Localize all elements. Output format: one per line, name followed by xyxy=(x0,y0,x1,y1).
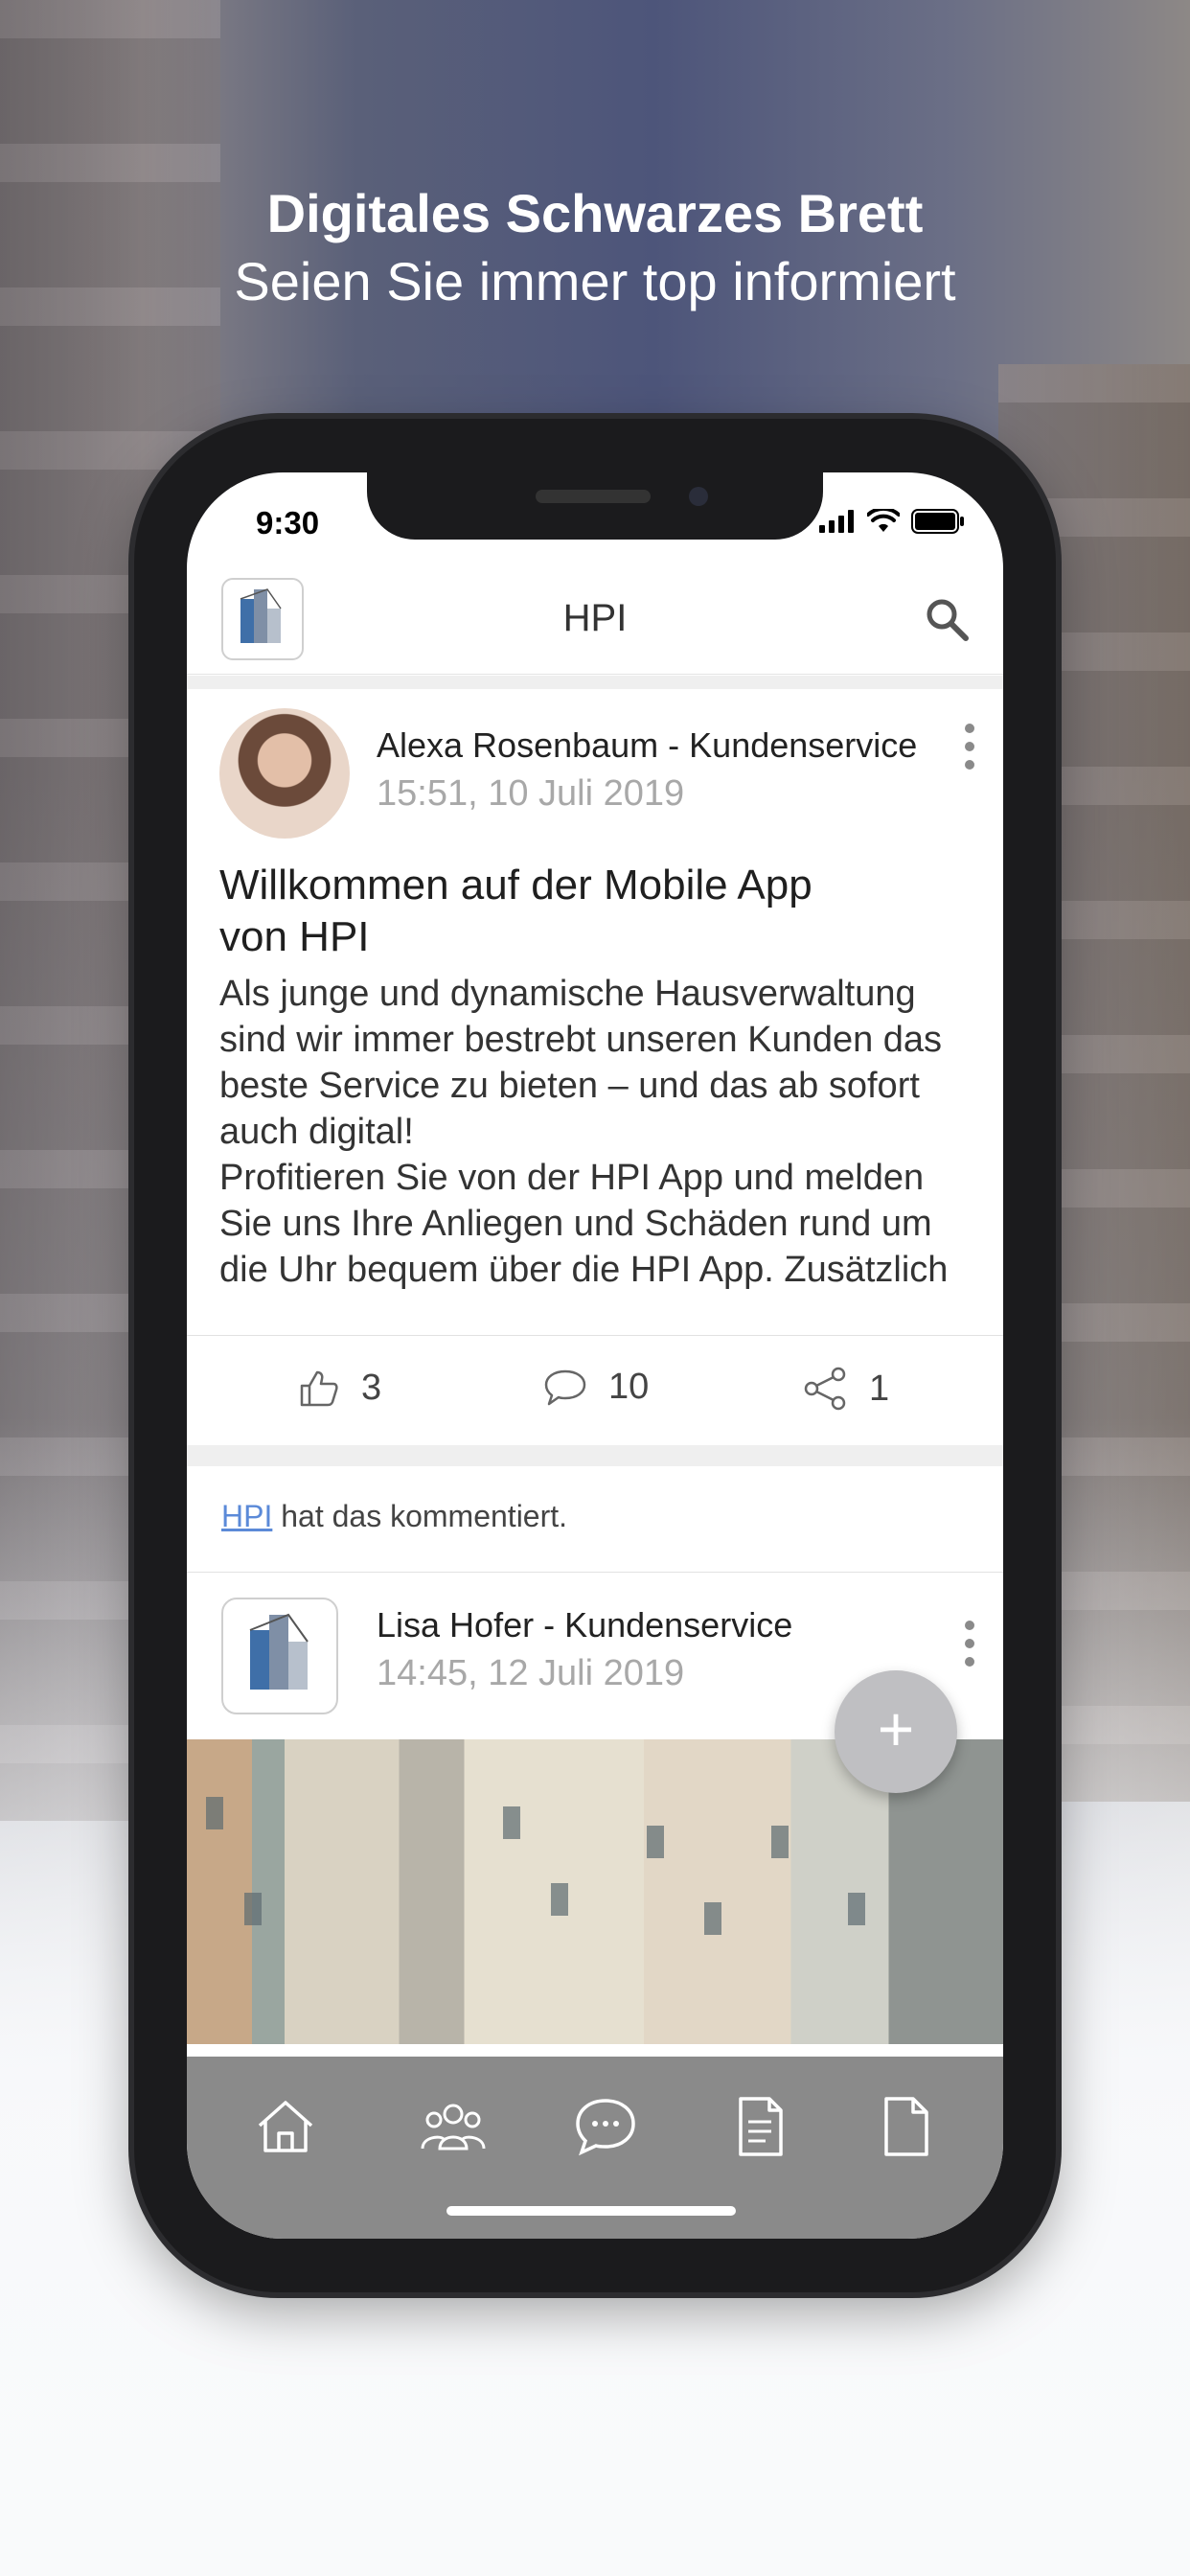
search-icon[interactable] xyxy=(923,595,971,648)
post-body[interactable]: Als junge und dynamische Hausverwaltung … xyxy=(219,971,971,1293)
bottom-tab-bar xyxy=(187,2057,1003,2239)
activity-text: HPI hat das kommentiert. xyxy=(221,1499,567,1534)
notice-text: hat das kommentiert. xyxy=(272,1499,568,1533)
plus-icon: + xyxy=(877,1693,915,1764)
news-feed: Alexa Rosenbaum - Kundenservice 15:51, 1… xyxy=(187,676,1003,2044)
post-date: 15:51, 10 Juli 2019 xyxy=(377,773,685,814)
status-icons xyxy=(819,509,965,534)
post-date: 14:45, 12 Juli 2019 xyxy=(377,1653,685,1693)
speaker xyxy=(536,490,651,503)
document-list-icon[interactable] xyxy=(727,2093,794,2160)
post-body-line: auch digital! xyxy=(219,1112,414,1152)
comment-button[interactable]: 10 xyxy=(543,1367,649,1408)
hpi-logo-icon[interactable] xyxy=(221,1598,338,1714)
phone-screen: 9:30 HPI Alexa Rosenbaum - Kundenservice… xyxy=(187,472,1003,2239)
like-count: 3 xyxy=(361,1367,382,1408)
comment-icon xyxy=(544,1369,586,1405)
more-options-icon[interactable] xyxy=(965,724,974,778)
more-options-icon[interactable] xyxy=(965,1621,974,1675)
hero-title: Digitales Schwarzes Brett xyxy=(266,183,924,243)
app-title: HPI xyxy=(562,597,628,639)
post-body-line: Profitieren Sie von der HPI App und meld… xyxy=(219,1158,925,1198)
divider xyxy=(187,1445,1003,1466)
image-detail xyxy=(551,1883,568,1916)
avatar[interactable] xyxy=(219,708,350,839)
share-count: 1 xyxy=(869,1368,890,1409)
post-body-line: die Uhr bequem über die HPI App. Zusätzl… xyxy=(219,1250,949,1290)
image-detail xyxy=(848,1893,865,1925)
hero-heading: Digitales Schwarzes Brett Seien Sie imme… xyxy=(0,180,1190,316)
add-post-button[interactable]: + xyxy=(835,1670,957,1793)
file-icon[interactable] xyxy=(873,2093,940,2160)
post-actions: 3 10 1 xyxy=(187,1335,1003,1445)
home-icon[interactable] xyxy=(252,2093,319,2160)
image-detail xyxy=(647,1826,664,1858)
community-icon[interactable] xyxy=(417,2093,486,2160)
post-card: Alexa Rosenbaum - Kundenservice 15:51, 1… xyxy=(187,689,1003,1445)
wifi-icon xyxy=(867,509,900,532)
divider xyxy=(187,676,1003,689)
share-icon xyxy=(804,1367,846,1411)
signal-icon xyxy=(819,510,854,533)
image-detail xyxy=(206,1797,223,1829)
post-body-line: beste Service zu bieten – und das ab sof… xyxy=(219,1066,920,1106)
app-bar: HPI xyxy=(187,568,1003,675)
phone-frame: 9:30 HPI Alexa Rosenbaum - Kundenservice… xyxy=(134,419,1056,2292)
post-author[interactable]: Lisa Hofer - Kundenservice xyxy=(377,1605,792,1645)
phone-notch xyxy=(367,472,823,540)
post-body-line: sind wir immer bestrebt unseren Kunden d… xyxy=(219,1020,943,1060)
post-body-line: Sie uns Ihre Anliegen und Schäden rund u… xyxy=(219,1204,932,1244)
battery-icon xyxy=(911,509,964,534)
comment-count: 10 xyxy=(608,1367,650,1407)
image-detail xyxy=(503,1806,520,1839)
image-detail xyxy=(244,1893,262,1925)
post-body-line: Als junge und dynamische Hausverwaltung xyxy=(219,974,916,1014)
image-detail xyxy=(771,1826,789,1858)
camera xyxy=(689,487,708,506)
home-indicator[interactable] xyxy=(446,2206,736,2216)
post-author[interactable]: Alexa Rosenbaum - Kundenservice xyxy=(377,725,917,766)
post-header: Alexa Rosenbaum - Kundenservice 15:51, 1… xyxy=(187,689,1003,850)
thumbs-up-icon xyxy=(300,1370,338,1407)
image-detail xyxy=(704,1902,721,1935)
notice-link[interactable]: HPI xyxy=(221,1499,272,1533)
post-title[interactable]: Willkommen auf der Mobile App von HPI xyxy=(219,860,890,963)
share-button[interactable]: 1 xyxy=(802,1367,889,1411)
like-button[interactable]: 3 xyxy=(298,1367,381,1409)
chat-icon[interactable] xyxy=(572,2093,639,2160)
hero-subtitle: Seien Sie immer top informiert xyxy=(234,251,956,311)
status-time: 9:30 xyxy=(256,505,320,540)
activity-notice: HPI hat das kommentiert. xyxy=(187,1466,1003,1573)
